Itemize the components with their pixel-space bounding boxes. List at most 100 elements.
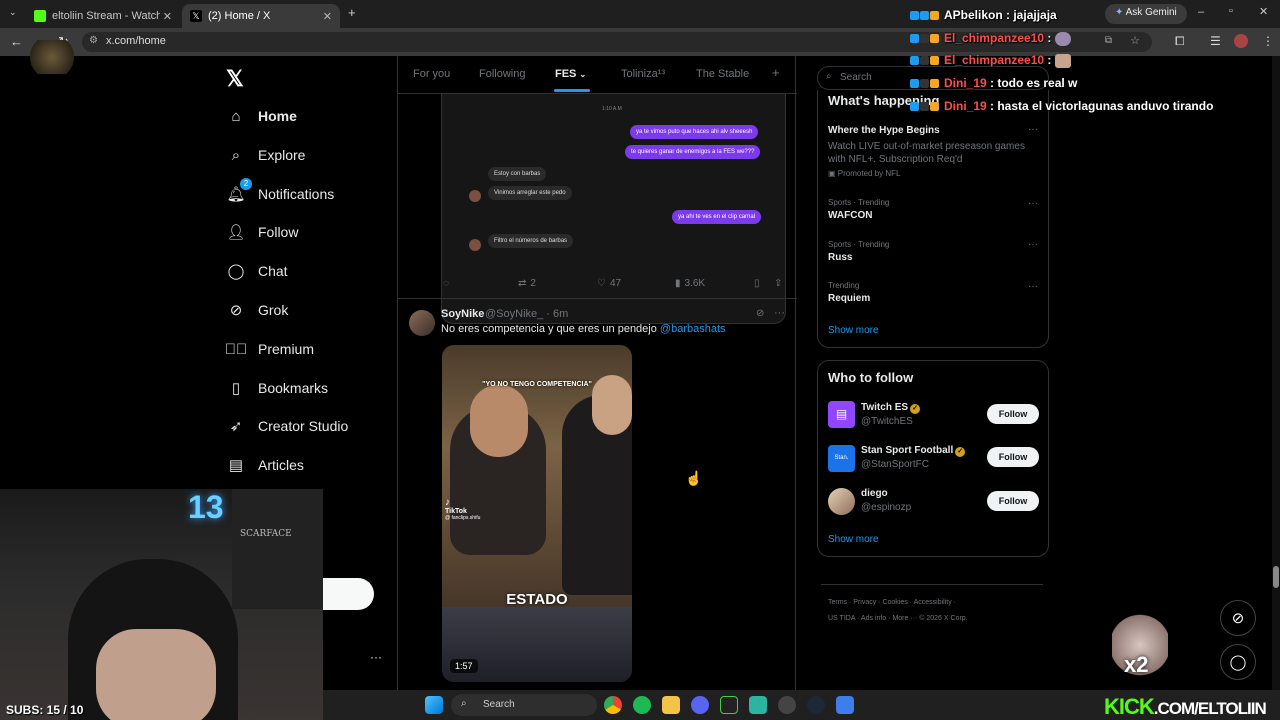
app-icon[interactable] [836, 696, 854, 714]
steam-icon[interactable] [807, 696, 825, 714]
taskbar-search[interactable]: ⌕ Search [451, 694, 597, 716]
windows-start-icon[interactable] [425, 696, 443, 714]
tab-fes[interactable]: FES ⌄ [555, 68, 586, 80]
footer-links[interactable]: Terms · Privacy · Cookies · Accessibilit… [828, 599, 956, 606]
sidebar-item-home[interactable]: ⌂ Home [226, 102, 296, 130]
sidebar-item-bookmarks[interactable]: ▯ Bookmarks [226, 374, 328, 402]
close-window-icon[interactable]: ✕ [1259, 5, 1268, 18]
tab-toliniza[interactable]: Toliniza¹³ [621, 68, 665, 80]
close-tab-icon[interactable]: ✕ [163, 10, 172, 23]
video-face [470, 385, 528, 457]
tab-fes-label: FES [555, 68, 577, 80]
multiplier-text: x2 [1124, 652, 1149, 677]
tweet-author-handle[interactable]: @SoyNike_ · 6m [485, 308, 568, 320]
discord-icon[interactable] [691, 696, 709, 714]
maximize-icon[interactable]: ▫ [1229, 5, 1233, 17]
chat-badges-icon [910, 53, 944, 67]
install-icon[interactable]: ⧉ [1105, 35, 1112, 46]
app-icon[interactable] [749, 696, 767, 714]
reading-list-icon[interactable]: ☰ [1210, 34, 1221, 48]
post-button-partial[interactable] [323, 578, 374, 610]
mention-link[interactable]: @barbashats [660, 323, 726, 335]
article-icon: ▤ [228, 457, 244, 474]
close-tab-icon[interactable]: ✕ [323, 10, 332, 23]
chat-time: 1:10 A.M [602, 106, 622, 112]
verified-icon: ✓ [910, 404, 921, 414]
tweet-author-name[interactable]: SoyNike [441, 308, 484, 320]
tab-x-home[interactable]: 𝕏 (2) Home / X ✕ [182, 4, 340, 28]
sidebar-item-notifications[interactable]: 🔔︎ 2 Notifications [226, 178, 334, 208]
tab-list-chevron-icon[interactable]: ⌄ [9, 7, 17, 18]
like-count: 47 [609, 278, 622, 289]
views-button[interactable]: ▮ 3.6K [675, 278, 705, 289]
tweet-text-body: No eres competencia y que eres un pendej… [441, 323, 660, 335]
scrollbar-thumb[interactable] [1273, 566, 1279, 588]
sidebar-item-chat[interactable]: ◯ Chat [226, 257, 288, 285]
browser-tab-strip: ⌄ eltoliin Stream - Watch Live on ✕ 𝕏 (2… [0, 0, 1280, 28]
extensions-icon[interactable]: ⧠ [1175, 34, 1185, 49]
minimize-icon[interactable]: – [1198, 6, 1204, 18]
chat-text: : [1044, 31, 1052, 45]
grok-tweet-icon[interactable]: ⊘ [756, 308, 764, 319]
more-options-icon[interactable]: ··· [370, 650, 382, 664]
sidebar-item-follow[interactable]: 👤︎ Follow [226, 218, 298, 246]
follow-button[interactable]: Follow [987, 404, 1039, 424]
stream-chat-message: El_chimpanzee10 : [910, 31, 1071, 46]
bookmark-star-icon[interactable]: ☆ [1130, 34, 1140, 47]
follow-button[interactable]: Follow [987, 491, 1039, 511]
chat-screenshot-image[interactable]: 1:10 A.M ya te vimos puto que haces ahi … [441, 94, 786, 324]
tab-following[interactable]: Following [479, 68, 525, 80]
site-info-icon[interactable]: ⚙ [89, 35, 98, 46]
chat-username: Dini_19 [944, 99, 987, 113]
search-icon: ⌕ [826, 71, 832, 82]
bookmark-icon: ▯ [231, 380, 241, 397]
more-options-icon[interactable]: ··· [1028, 124, 1038, 135]
repost-button[interactable]: ⇄ 2 [518, 278, 536, 289]
sidebar-item-creator-studio[interactable]: ➶ Creator Studio [226, 412, 349, 440]
sidebar-item-label: Creator Studio [258, 418, 349, 434]
grok-fab[interactable]: ⊘ [1220, 600, 1256, 636]
add-tab-icon[interactable]: + [772, 65, 780, 80]
bookmark-button[interactable]: ▯ [754, 278, 760, 289]
more-options-icon[interactable]: ··· [774, 307, 785, 319]
chrome-icon[interactable] [604, 696, 622, 714]
x-logo-icon[interactable]: 𝕏 [226, 66, 244, 92]
more-options-icon[interactable]: ··· [1028, 281, 1038, 292]
repost-icon: ⇄ [518, 278, 527, 289]
show-more-link[interactable]: Show more [828, 325, 879, 336]
sidebar-item-premium[interactable]: ✓⃝ Premium [225, 335, 314, 363]
app-icon[interactable] [778, 696, 796, 714]
more-options-icon[interactable]: ··· [1028, 198, 1038, 209]
tab-the-stable[interactable]: The Stable [696, 68, 749, 80]
tweet-video[interactable]: "YO NO TENGO COMPETENCIA" ♪ TikTok @ fan… [442, 345, 632, 682]
ask-gemini-button[interactable]: ✦ Ask Gemini [1105, 4, 1187, 24]
show-more-link[interactable]: Show more [828, 534, 879, 545]
reply-button[interactable]: ◌ [443, 278, 453, 289]
search-icon: ⌕ [461, 698, 467, 709]
new-tab-icon[interactable]: + [348, 5, 356, 20]
sidebar-item-explore[interactable]: ⌕ Explore [226, 141, 306, 169]
messages-fab[interactable]: ◯ [1220, 644, 1256, 680]
share-button[interactable]: ⇪ [774, 278, 782, 289]
like-button[interactable]: ♡ 47 [597, 278, 621, 289]
follow-name-text: Stan Sport Football [861, 445, 954, 456]
chat-badges-icon [910, 99, 944, 113]
stream-chat-message: Dini_19 : hasta el victorlagunas anduvo … [910, 99, 1213, 113]
tab-kick-stream[interactable]: eltoliin Stream - Watch Live on ✕ [26, 4, 180, 28]
sidebar-item-articles[interactable]: ▤ Articles [226, 451, 304, 479]
chat-bubble-sent: ya ahi te ves en el clip carnal [672, 210, 762, 224]
sidebar-item-grok[interactable]: ⊘ Grok [226, 296, 289, 324]
avatar[interactable] [409, 310, 435, 336]
more-options-icon[interactable]: ··· [1028, 239, 1038, 250]
back-icon[interactable]: ← [10, 34, 23, 49]
page-scrollbar[interactable] [1272, 56, 1280, 690]
footer-divider [821, 584, 1043, 585]
app-icon[interactable] [720, 696, 738, 714]
profile-avatar[interactable] [1234, 34, 1248, 48]
follow-button[interactable]: Follow [987, 447, 1039, 467]
spotify-icon[interactable] [633, 696, 651, 714]
menu-dots-icon[interactable]: ⋮ [1262, 34, 1274, 48]
tab-for-you[interactable]: For you [413, 68, 450, 80]
footer-links[interactable]: US TIDA · Ads info · More ··· © 2026 X C… [828, 615, 968, 622]
file-explorer-icon[interactable] [662, 696, 680, 714]
